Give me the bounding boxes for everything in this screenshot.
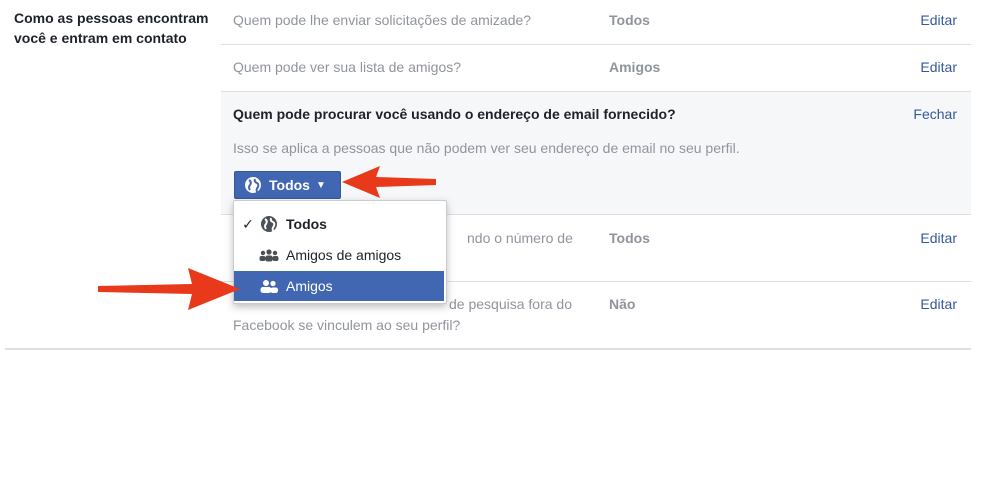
annotation-arrow-icon [342,166,436,198]
edit-link[interactable]: Editar [920,294,957,314]
setting-question: Quem pode lhe enviar solicitações de ami… [233,12,532,28]
edit-link[interactable]: Editar [920,10,957,30]
setting-row-friends-list: Quem pode ver sua lista de amigos? Amigo… [221,45,971,92]
caret-down-icon: ▼ [315,179,326,191]
menu-item-amigos[interactable]: Amigos [234,271,444,301]
expanded-description: Isso se aplica a pessoas que não podem v… [233,140,740,156]
setting-question: ndo o número de [467,230,573,246]
menu-item-todos[interactable]: ✓ Todos [234,209,444,239]
globe-icon [245,177,261,193]
expanded-setting-email-lookup: Quem pode procurar você usando o endereç… [221,92,971,215]
menu-item-label: Amigos [286,278,333,294]
friends-of-friends-icon [258,248,280,262]
section-divider [5,348,971,350]
setting-question-line1: de pesquisa fora do [449,296,572,312]
checkmark-icon: ✓ [242,215,254,232]
menu-item-label: Amigos de amigos [286,247,402,263]
section-label: Como as pessoas encontram você e entram … [14,10,209,46]
setting-question-line2: Facebook se vinculem ao seu perfil? [233,317,461,333]
edit-link[interactable]: Editar [920,57,957,77]
audience-dropdown-menu: ✓ Todos Amigos de amigos Amigos [233,200,447,304]
setting-row-friend-requests: Quem pode lhe enviar solicitações de ami… [221,0,971,45]
audience-button-label: Todos [269,177,310,193]
edit-link[interactable]: Editar [920,228,957,248]
friends-icon [258,279,280,293]
setting-question: Quem pode ver sua lista de amigos? [233,59,462,75]
close-link[interactable]: Fechar [913,104,957,124]
menu-item-amigos-de-amigos[interactable]: Amigos de amigos [234,240,444,270]
menu-item-label: Todos [286,216,327,232]
globe-icon [258,215,280,233]
annotation-arrow-icon [98,268,240,310]
setting-value: Todos [609,230,650,246]
setting-value: Amigos [609,59,661,75]
expanded-title: Quem pode procurar você usando o endereç… [233,106,676,122]
setting-value: Todos [609,12,650,28]
setting-value: Não [609,296,636,312]
audience-selector-button[interactable]: Todos ▼ [234,171,341,199]
